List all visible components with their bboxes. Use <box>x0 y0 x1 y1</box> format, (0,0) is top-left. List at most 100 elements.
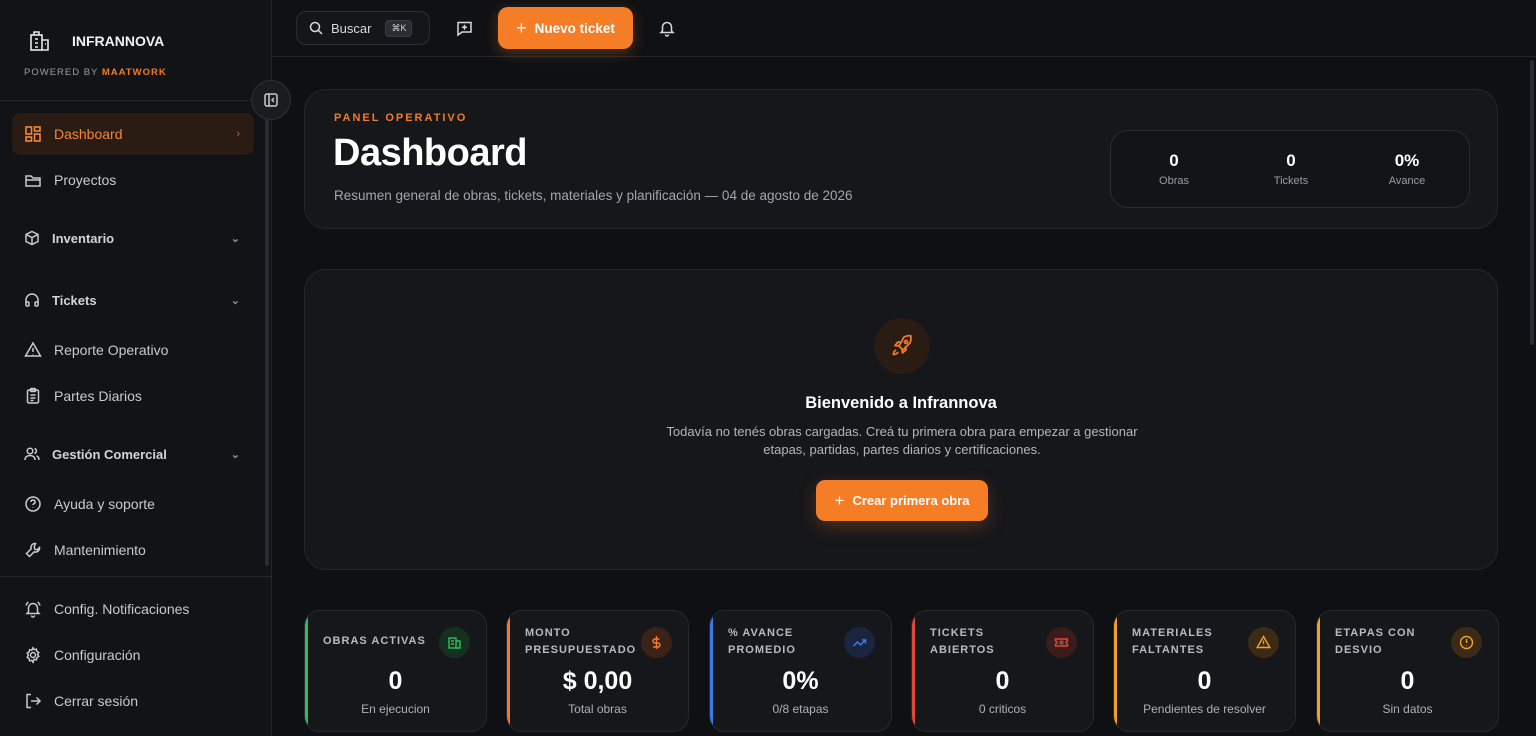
sidebar-item-label: Dashboard <box>54 126 123 142</box>
sidebar-item-label: Gestión Comercial <box>52 446 167 462</box>
sidebar-item-config-notificaciones[interactable]: Config. Notificaciones <box>12 588 254 630</box>
search-icon <box>309 21 323 35</box>
stat-tickets: 0 Tickets <box>1236 151 1346 187</box>
kpi-title: MATERIALES FALTANTES <box>1132 627 1213 656</box>
sidebar-item-partes-diarios[interactable]: Partes Diarios <box>12 375 254 417</box>
clipboard-icon <box>24 387 42 405</box>
sidebar-item-gestion-comercial[interactable]: Gestión Comercial ⌄ <box>12 433 254 475</box>
alert-triangle-icon <box>24 341 42 359</box>
sidebar-item-inventario[interactable]: Inventario ⌄ <box>12 217 254 259</box>
logout-icon <box>24 692 42 710</box>
stat-value: 0 <box>1169 151 1179 170</box>
kpi-subtext: 0/8 etapas <box>772 702 829 716</box>
gear-icon <box>24 646 42 664</box>
stat-obras: 0 Obras <box>1119 151 1229 187</box>
kpi-title: ETAPAS CON DESVIO <box>1335 627 1416 656</box>
wrench-icon <box>24 541 42 559</box>
kpi-subtext: Sin datos <box>1382 702 1433 716</box>
kpi-title: TICKETS ABIERTOS <box>930 627 995 656</box>
eyebrow-label: PANEL OPERATIVO <box>334 112 468 124</box>
kpi-value: 0 <box>388 667 403 695</box>
summary-stats: 0 Obras 0 Tickets 0% Avance <box>1110 130 1470 208</box>
ticket-icon <box>1046 627 1077 658</box>
warning-icon <box>1248 627 1279 658</box>
welcome-title: Bienvenido a Infrannova <box>805 394 997 412</box>
sidebar-item-label: Configuración <box>54 647 141 663</box>
sidebar-item-label: Cerrar sesión <box>54 693 139 709</box>
collapse-sidebar-button[interactable] <box>251 80 291 120</box>
chevron-down-icon: ⌄ <box>230 232 240 245</box>
notifications-button[interactable] <box>653 14 681 42</box>
sidebar-item-reporte-operativo[interactable]: Reporte Operativo <box>12 329 254 371</box>
kpi-title: OBRAS ACTIVAS <box>323 635 426 647</box>
box-icon <box>24 230 40 246</box>
chevron-down-icon: ⌄ <box>230 448 240 461</box>
kpi-title: MONTO PRESUPUESTADO <box>525 627 637 656</box>
sidebar-scrollbar[interactable] <box>265 118 269 566</box>
kpi-card-obras-activas[interactable]: OBRAS ACTIVAS 0 En ejecucion <box>304 610 487 732</box>
create-first-project-button[interactable]: + Crear primera obra <box>816 480 988 521</box>
kpi-value: 0 <box>1197 667 1212 695</box>
brand[interactable]: INFRANNOVA <box>28 30 164 52</box>
topbar: Buscar ⌘K + Nuevo ticket <box>272 0 1536 57</box>
stat-label: Obras <box>1159 175 1189 187</box>
main-scrollbar[interactable] <box>1530 60 1534 345</box>
building-icon <box>439 627 470 658</box>
sidebar-item-tickets[interactable]: Tickets ⌄ <box>12 279 254 321</box>
create-button-label: Crear primera obra <box>852 493 970 508</box>
kpi-card-avance-promedio[interactable]: % AVANCE PROMEDIO 0% 0/8 etapas <box>709 610 892 732</box>
sidebar-item-label: Partes Diarios <box>54 388 142 404</box>
kpi-card-tickets-abiertos[interactable]: TICKETS ABIERTOS 0 0 criticos <box>911 610 1094 732</box>
plus-icon: + <box>516 17 527 38</box>
sidebar: INFRANNOVA POWERED BY MAATWORK Dashboard… <box>0 0 272 736</box>
plus-icon: + <box>834 490 845 510</box>
bell-ring-icon <box>24 600 42 618</box>
stat-value: 0 <box>1286 151 1296 170</box>
sidebar-item-cerrar-sesion[interactable]: Cerrar sesión <box>12 680 254 722</box>
powered-by: POWERED BY MAATWORK <box>24 67 167 78</box>
users-icon <box>24 446 40 462</box>
kpi-value: 0 <box>1400 667 1415 695</box>
trending-up-icon <box>844 627 875 658</box>
kpi-value: $ 0,00 <box>562 667 633 695</box>
new-entry-button[interactable] <box>450 14 478 42</box>
bell-icon <box>658 19 676 37</box>
powered-by-brand: MAATWORK <box>101 67 167 78</box>
chevron-down-icon: ⌄ <box>230 294 240 307</box>
sidebar-divider <box>0 576 271 577</box>
kpi-value: 0% <box>782 667 819 695</box>
dashboard-header-card: PANEL OPERATIVO Dashboard Resumen genera… <box>304 89 1498 229</box>
kpi-subtext: 0 criticos <box>978 702 1027 716</box>
page-title: Dashboard <box>333 132 527 174</box>
sidebar-item-configuracion[interactable]: Configuración <box>12 634 254 676</box>
brand-name: INFRANNOVA <box>72 33 165 49</box>
new-ticket-button[interactable]: + Nuevo ticket <box>498 7 633 49</box>
dollar-icon <box>641 627 672 658</box>
page-subtitle: Resumen general de obras, tickets, mater… <box>334 188 853 203</box>
building-logo-icon <box>28 30 52 52</box>
stat-value: 0% <box>1394 151 1420 170</box>
rocket-icon <box>874 318 930 374</box>
kpi-card-monto-presupuestado[interactable]: MONTO PRESUPUESTADO $ 0,00 Total obras <box>506 610 689 732</box>
kpi-card-etapas-con-desvio[interactable]: ETAPAS CON DESVIO 0 Sin datos <box>1316 610 1499 732</box>
sidebar-item-label: Reporte Operativo <box>54 342 169 358</box>
sidebar-divider <box>0 100 271 101</box>
sidebar-item-proyectos[interactable]: Proyectos <box>12 159 254 201</box>
stat-label: Avance <box>1388 175 1426 187</box>
sidebar-item-mantenimiento[interactable]: Mantenimiento <box>12 529 254 571</box>
kpi-card-materiales-faltantes[interactable]: MATERIALES FALTANTES 0 Pendientes de res… <box>1113 610 1296 732</box>
kpi-subtext: Total obras <box>568 702 627 716</box>
powered-by-prefix: POWERED BY <box>24 67 99 78</box>
new-ticket-label: Nuevo ticket <box>534 20 615 36</box>
sidebar-item-dashboard[interactable]: Dashboard › <box>12 113 254 155</box>
help-circle-icon <box>24 495 42 513</box>
sidebar-item-label: Ayuda y soporte <box>54 496 155 512</box>
sidebar-item-label: Config. Notificaciones <box>54 601 190 617</box>
search-button[interactable]: Buscar ⌘K <box>296 11 430 45</box>
sidebar-item-label: Mantenimiento <box>54 542 146 558</box>
stat-label: Tickets <box>1273 175 1309 187</box>
panel-left-close-icon <box>263 92 279 108</box>
message-plus-icon <box>456 20 473 37</box>
sidebar-item-ayuda[interactable]: Ayuda y soporte <box>12 483 254 525</box>
stat-avance: 0% Avance <box>1352 151 1462 187</box>
